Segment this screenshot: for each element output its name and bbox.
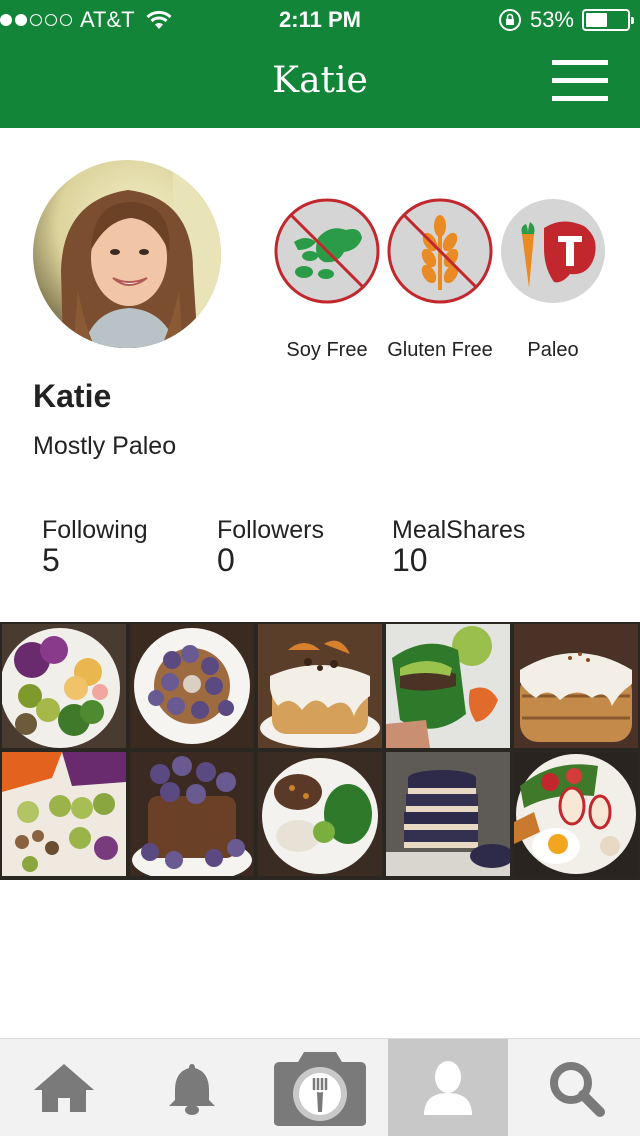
tab-home[interactable] — [4, 1039, 124, 1136]
meal-photo-blueberry-cake[interactable] — [130, 752, 254, 876]
diet-soy-free[interactable]: Soy Free — [272, 198, 382, 362]
status-bar: AT&T 2:11 PM 53% — [0, 0, 640, 40]
person-icon — [424, 1061, 472, 1115]
profile-bio: Mostly Paleo — [33, 432, 177, 460]
meal-photo-egg-salad-plate[interactable] — [514, 752, 638, 876]
stat-label: MealShares — [392, 516, 526, 544]
stat-value: 10 — [392, 542, 428, 578]
stat-label: Followers — [217, 516, 324, 544]
stat-followers[interactable]: Followers 0 — [217, 516, 324, 578]
stat-mealshares[interactable]: MealShares 10 — [392, 516, 526, 578]
tab-bar — [0, 1038, 640, 1136]
diet-label: Soy Free — [286, 339, 368, 361]
meal-photo-lettuce-wrap-burger[interactable] — [386, 624, 510, 748]
battery-icon — [582, 9, 634, 31]
menu-button[interactable] — [548, 58, 612, 106]
diet-label: Paleo — [527, 339, 579, 361]
stat-value: 0 — [217, 542, 235, 578]
diet-label: Gluten Free — [387, 339, 493, 361]
app-header: AT&T 2:11 PM 53% Katie — [0, 0, 640, 128]
battery-percent: 53% — [529, 7, 574, 32]
meal-photo-cinnamon-pancake-stack[interactable] — [514, 624, 638, 748]
meal-photo-grid — [0, 622, 640, 880]
meal-photo-roasted-vegetables-plate[interactable] — [2, 624, 126, 748]
tab-notifications[interactable] — [132, 1039, 252, 1136]
diet-gluten-free[interactable]: Gluten Free — [385, 198, 495, 362]
profile-name: Katie — [33, 378, 112, 414]
stat-following[interactable]: Following 5 — [42, 516, 148, 578]
soy-free-icon — [274, 198, 380, 304]
stat-value: 5 — [42, 542, 60, 578]
camera-fork-icon — [274, 1052, 366, 1126]
meal-photo-roasted-vegetable-sheet[interactable] — [2, 752, 126, 876]
avatar[interactable] — [33, 160, 221, 348]
rotation-lock-icon — [498, 9, 521, 31]
meal-photo-blueberry-pancake-plate[interactable] — [130, 624, 254, 748]
meal-photo-ground-beef-greens-plate[interactable] — [258, 752, 382, 876]
meal-photo-chocolate-cookie-stack[interactable] — [386, 752, 510, 876]
home-icon — [34, 1064, 94, 1112]
profile-photo — [33, 160, 221, 348]
tab-share-meal[interactable] — [260, 1039, 380, 1136]
paleo-icon — [501, 199, 605, 303]
meal-photo-pancake-stack-with-icing[interactable] — [258, 624, 382, 748]
tab-search[interactable] — [516, 1039, 636, 1136]
diet-paleo[interactable]: Paleo — [498, 198, 608, 362]
gluten-free-icon — [387, 198, 493, 304]
tab-profile[interactable] — [388, 1039, 508, 1136]
stat-label: Following — [42, 516, 148, 544]
page-title: Katie — [272, 60, 368, 101]
search-icon — [550, 1062, 605, 1117]
bell-icon — [169, 1064, 215, 1115]
